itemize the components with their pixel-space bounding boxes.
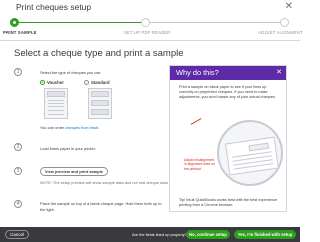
page-heading: Select a cheque type and print a sample	[14, 48, 184, 59]
order-cheques-text: You can order cheques from Intuit.	[40, 125, 100, 130]
stepper-line	[145, 22, 287, 23]
standard-cheque-image[interactable]	[88, 88, 112, 119]
step-1-number: 1	[14, 68, 22, 76]
alignment-question: Are the fields lined up properly?	[132, 232, 187, 237]
step-3-note: NOTE: The setup preview will show sample…	[40, 180, 169, 185]
setup-stepper: PRINT SAMPLE SET UP PDF READER ADJUST AL…	[0, 15, 303, 41]
cancel-button[interactable]: Cancel	[5, 230, 29, 239]
step-4-instruction-line1: Place the sample on top of a blank chequ…	[40, 201, 162, 206]
step-dot-print-sample	[10, 18, 19, 27]
annotation-arrow	[190, 118, 202, 125]
step-2-instruction: Load blank paper in your printer.	[40, 146, 96, 151]
callout-title: Why do this?	[176, 68, 219, 77]
step-4-instruction-line2: the light.	[40, 207, 55, 212]
callout-close-icon[interactable]: ✕	[276, 68, 282, 76]
step-label-print-sample: PRINT SAMPLE	[3, 30, 37, 35]
step-2-number: 2	[14, 143, 22, 151]
why-do-this-panel: Why do this? ✕ Print a sample on blank p…	[169, 65, 287, 212]
voucher-cheque-image[interactable]	[44, 88, 68, 119]
voucher-radio[interactable]	[40, 80, 45, 85]
callout-annotation: Adjust misalignment in alignment lines o…	[184, 158, 215, 171]
step-3-number: 3	[14, 167, 22, 175]
step-label-pdf-reader: SET UP PDF READER	[124, 30, 171, 35]
dialog-footer: Cancel Are the fields lined up properly?…	[0, 227, 300, 242]
view-preview-print-sample-button[interactable]: View preview and print sample	[40, 167, 108, 176]
order-cheques-link[interactable]: cheques from Intuit	[65, 125, 98, 130]
close-icon[interactable]: ✕	[285, 1, 293, 13]
callout-header: Why do this? ✕	[170, 66, 286, 80]
voucher-label[interactable]: Voucher	[47, 80, 64, 85]
step-4-number: 4	[14, 200, 22, 208]
dialog-header: Print cheques setup ✕	[0, 0, 300, 14]
magnifier-illustration	[217, 120, 283, 186]
dialog-title: Print cheques setup	[16, 2, 92, 12]
step-label-adjust-alignment: ADJUST ALIGNMENT	[258, 30, 303, 35]
sample-paper-illustration	[225, 136, 279, 176]
step-1-instruction: Select the type of cheques you use	[40, 70, 101, 75]
no-continue-setup-button[interactable]: No, continue setup	[186, 230, 230, 239]
yes-finished-setup-button[interactable]: Yes, I'm finished with setup	[234, 230, 296, 239]
step-dot-pdf-reader	[141, 18, 150, 27]
standard-radio[interactable]	[84, 80, 89, 85]
step-dot-adjust-alignment	[280, 18, 289, 27]
callout-tip: Tip! Intuit QuickBooks works best with t…	[179, 198, 277, 208]
callout-body: Print a sample on blank paper to see if …	[179, 85, 276, 100]
stepper-line	[14, 22, 145, 23]
standard-label[interactable]: Standard	[91, 80, 110, 85]
